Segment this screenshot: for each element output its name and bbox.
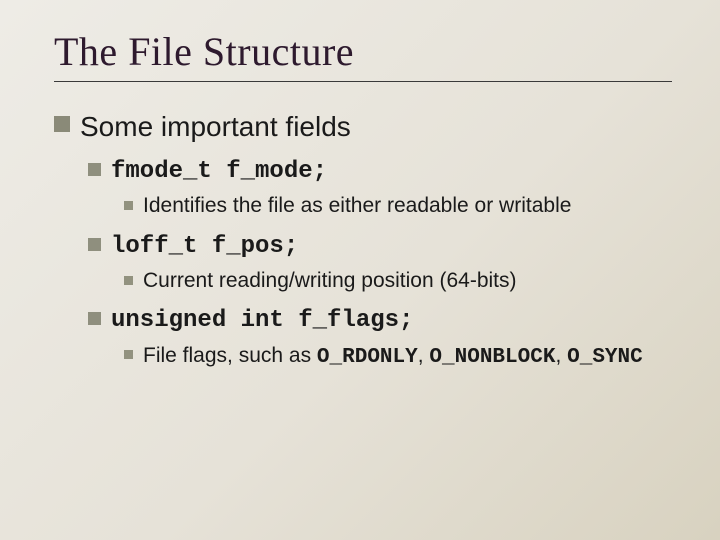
bullet-lvl3: Current reading/writing position (64-bit… (124, 267, 672, 295)
desc-text: Identifies the file as either readable o… (143, 192, 571, 220)
code-text: fmode_t f_mode; (111, 156, 327, 188)
flag-code: O_SYNC (567, 346, 643, 369)
flag-code: O_NONBLOCK (429, 346, 555, 369)
square-bullet-icon (124, 276, 133, 285)
lvl1-text: Some important fields (80, 108, 351, 146)
desc-text: Current reading/writing position (64-bit… (143, 267, 517, 295)
square-bullet-icon (88, 312, 101, 325)
slide-title: The File Structure (54, 28, 672, 75)
code-text: loff_t f_pos; (111, 231, 298, 263)
code-text: unsigned int f_flags; (111, 305, 413, 337)
bullet-lvl3: File flags, such as O_RDONLY, O_NONBLOCK… (124, 342, 672, 372)
bullet-lvl2: unsigned int f_flags; (88, 305, 672, 337)
title-underline (54, 81, 672, 82)
square-bullet-icon (54, 116, 70, 132)
bullet-lvl3: Identifies the file as either readable o… (124, 192, 672, 220)
square-bullet-icon (124, 350, 133, 359)
bullet-lvl1: Some important fields (54, 108, 672, 146)
square-bullet-icon (124, 201, 133, 210)
bullet-lvl2: fmode_t f_mode; (88, 156, 672, 188)
bullet-lvl2: loff_t f_pos; (88, 231, 672, 263)
square-bullet-icon (88, 238, 101, 251)
desc-text: File flags, such as O_RDONLY, O_NONBLOCK… (143, 342, 643, 372)
flag-code: O_RDONLY (317, 346, 418, 369)
desc-prefix: File flags, such as (143, 344, 317, 367)
square-bullet-icon (88, 163, 101, 176)
slide: The File Structure Some important fields… (0, 0, 720, 540)
